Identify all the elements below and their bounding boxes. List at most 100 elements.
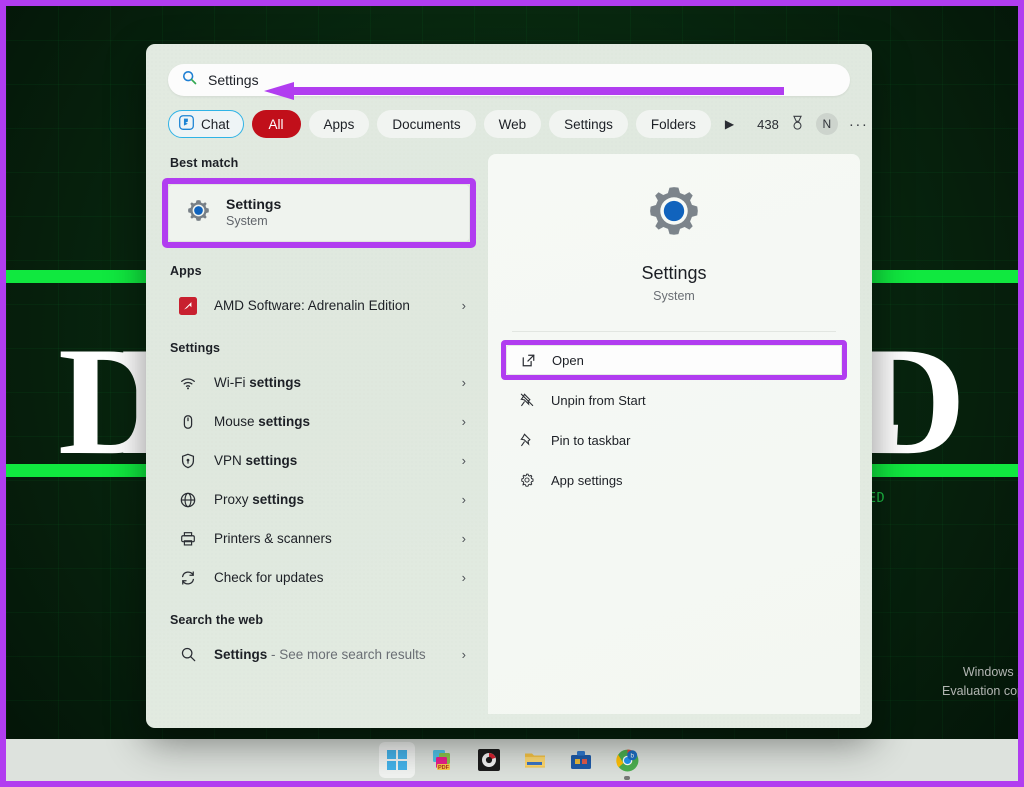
action-wrap-unpin: Unpin from Start [501,380,847,420]
action-wrap-app-settings: App settings [501,460,847,500]
search-small-icon [178,646,198,663]
annotation-arrow [264,82,784,100]
best-match-highlight-annotation: Settings System [162,178,476,248]
result-row-wifi-label: Wi-Fi settings [214,375,301,390]
action-open-label: Open [552,352,584,368]
watermark-line-1: Windows 1 [962,665,1018,679]
result-row-amd-software[interactable]: AMD Software: Adrenalin Edition › [168,286,476,325]
recording-app-icon[interactable] [471,742,507,778]
svg-text:b: b [630,752,634,759]
open-action-highlight-annotation: Open [501,340,847,380]
section-header-best-match: Best match [170,156,239,170]
best-match-title: Settings [226,195,282,212]
search-row: Settings [146,44,872,100]
search-filter-bar: Chat All Apps Documents Web Settings Fol… [146,96,872,138]
running-indicator-dot [624,776,630,780]
section-header-search-the-web: Search the web [170,613,264,627]
chevron-right-icon[interactable]: › [462,298,466,313]
svg-text:PDF: PDF [438,765,450,771]
refresh-icon [178,569,198,587]
result-row-vpn-settings[interactable]: VPN settings › [168,441,476,480]
rewards-count[interactable]: 438 [757,117,779,132]
result-row-amd-label: AMD Software: Adrenalin Edition [214,298,410,313]
globe-icon [178,491,198,509]
result-row-check-for-updates[interactable]: Check for updates › [168,558,476,597]
file-explorer-icon[interactable] [517,742,553,778]
action-unpin-label: Unpin from Start [551,392,646,408]
search-results-content: Best match Settings System Apps AMD Soft… [146,138,872,714]
chevron-right-icon[interactable]: › [462,453,466,468]
action-app-settings[interactable]: App settings [506,465,842,495]
filter-pill-web-label: Web [498,116,527,132]
mouse-icon [178,413,198,431]
chrome-icon[interactable]: b [609,742,645,780]
gear-icon [518,472,536,488]
settings-gear-icon [185,197,212,229]
avatar[interactable]: N [815,113,838,135]
action-pin-to-taskbar[interactable]: Pin to taskbar [506,425,842,455]
section-header-settings: Settings [170,341,221,355]
filter-pill-documents-label: Documents [392,116,461,132]
filter-pill-folders[interactable]: Folders [635,110,711,138]
unpin-icon [518,392,536,408]
result-row-printers-label: Printers & scanners [214,531,332,546]
result-row-mouse-settings[interactable]: Mouse settings › [168,402,476,441]
result-row-updates-label: Check for updates [214,570,324,585]
filter-pill-chat-label: Chat [201,116,230,132]
pdf-app-icon[interactable]: PDF [425,742,461,778]
search-input-value: Settings [208,72,259,88]
filter-pill-settings[interactable]: Settings [549,110,628,138]
result-row-wifi-settings[interactable]: Wi-Fi settings › [168,363,476,402]
filter-pill-settings-label: Settings [564,116,613,132]
result-row-web-label: Settings - See more search results [214,647,426,662]
section-header-apps: Apps [170,264,202,278]
windows-evaluation-watermark: Windows 1 Evaluation cop [942,663,1018,701]
microsoft-store-icon[interactable] [563,742,599,778]
chevron-right-icon[interactable]: › [462,531,466,546]
printer-icon [178,530,198,548]
filter-pill-chat[interactable]: Chat [168,110,244,138]
chevron-right-icon[interactable]: › [462,414,466,429]
search-results-list: Best match Settings System Apps AMD Soft… [146,154,486,714]
avatar-initial: N [822,117,832,131]
best-match-result-settings[interactable]: Settings System [168,184,470,242]
pin-icon [518,432,536,448]
action-wrap-pin-taskbar: Pin to taskbar [501,420,847,460]
wifi-icon [178,374,198,392]
filter-pill-documents[interactable]: Documents [377,110,476,138]
filter-pill-folders-label: Folders [650,116,696,132]
result-row-printers-scanners[interactable]: Printers & scanners › [168,519,476,558]
overflow-menu-button[interactable]: ··· [849,116,869,133]
chevron-right-icon[interactable]: › [462,492,466,507]
result-row-mouse-label: Mouse settings [214,414,311,429]
result-row-web-settings[interactable]: Settings - See more search results › [168,635,476,674]
result-row-proxy-settings[interactable]: Proxy settings › [168,480,476,519]
filter-pill-apps[interactable]: Apps [308,110,370,138]
preview-subtitle: System [653,289,695,303]
action-app-settings-label: App settings [551,472,623,488]
search-icon [182,70,197,90]
filter-pill-web[interactable]: Web [483,110,542,138]
chevron-right-icon[interactable]: › [462,375,466,390]
settings-gear-icon [643,180,705,247]
medal-icon [790,115,805,134]
chevron-right-icon[interactable]: › [462,647,466,662]
preview-title: Settings [641,263,707,283]
amd-icon [178,296,198,315]
preview-divider [512,331,836,332]
action-pin-taskbar-label: Pin to taskbar [551,432,631,448]
app-preview-pane: Settings System Open Unpin from Start Pi… [488,154,860,714]
open-external-icon [519,353,537,368]
filter-pill-all[interactable]: All [251,110,301,138]
start-button[interactable] [379,742,415,778]
watermark-line-2: Evaluation cop [941,684,1018,698]
result-row-vpn-label: VPN settings [214,453,298,468]
filter-pill-all-label: All [268,116,284,132]
start-menu-search-panel: Settings Chat All Apps Documents Web Set… [146,44,872,728]
filter-pill-apps-label: Apps [323,116,355,132]
chevron-right-icon[interactable]: ▶ [725,117,734,131]
action-open[interactable]: Open [506,345,842,375]
chevron-right-icon[interactable]: › [462,570,466,585]
preview-header: Settings System [506,180,842,303]
action-unpin-from-start[interactable]: Unpin from Start [506,385,842,415]
